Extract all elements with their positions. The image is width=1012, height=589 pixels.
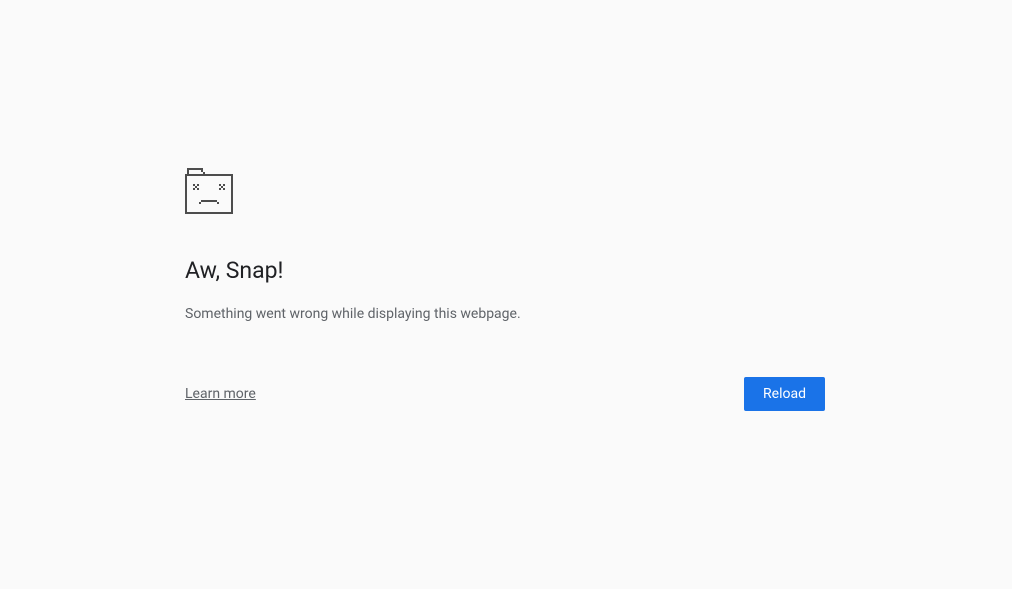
error-message: Something went wrong while displaying th… [185,304,825,325]
learn-more-link[interactable]: Learn more [185,386,256,402]
reload-button[interactable]: Reload [744,377,825,411]
sad-folder-icon [185,168,233,214]
error-title: Aw, Snap! [185,256,825,286]
error-actions: Learn more Reload [185,377,825,411]
error-container: Aw, Snap! Something went wrong while dis… [185,168,825,411]
